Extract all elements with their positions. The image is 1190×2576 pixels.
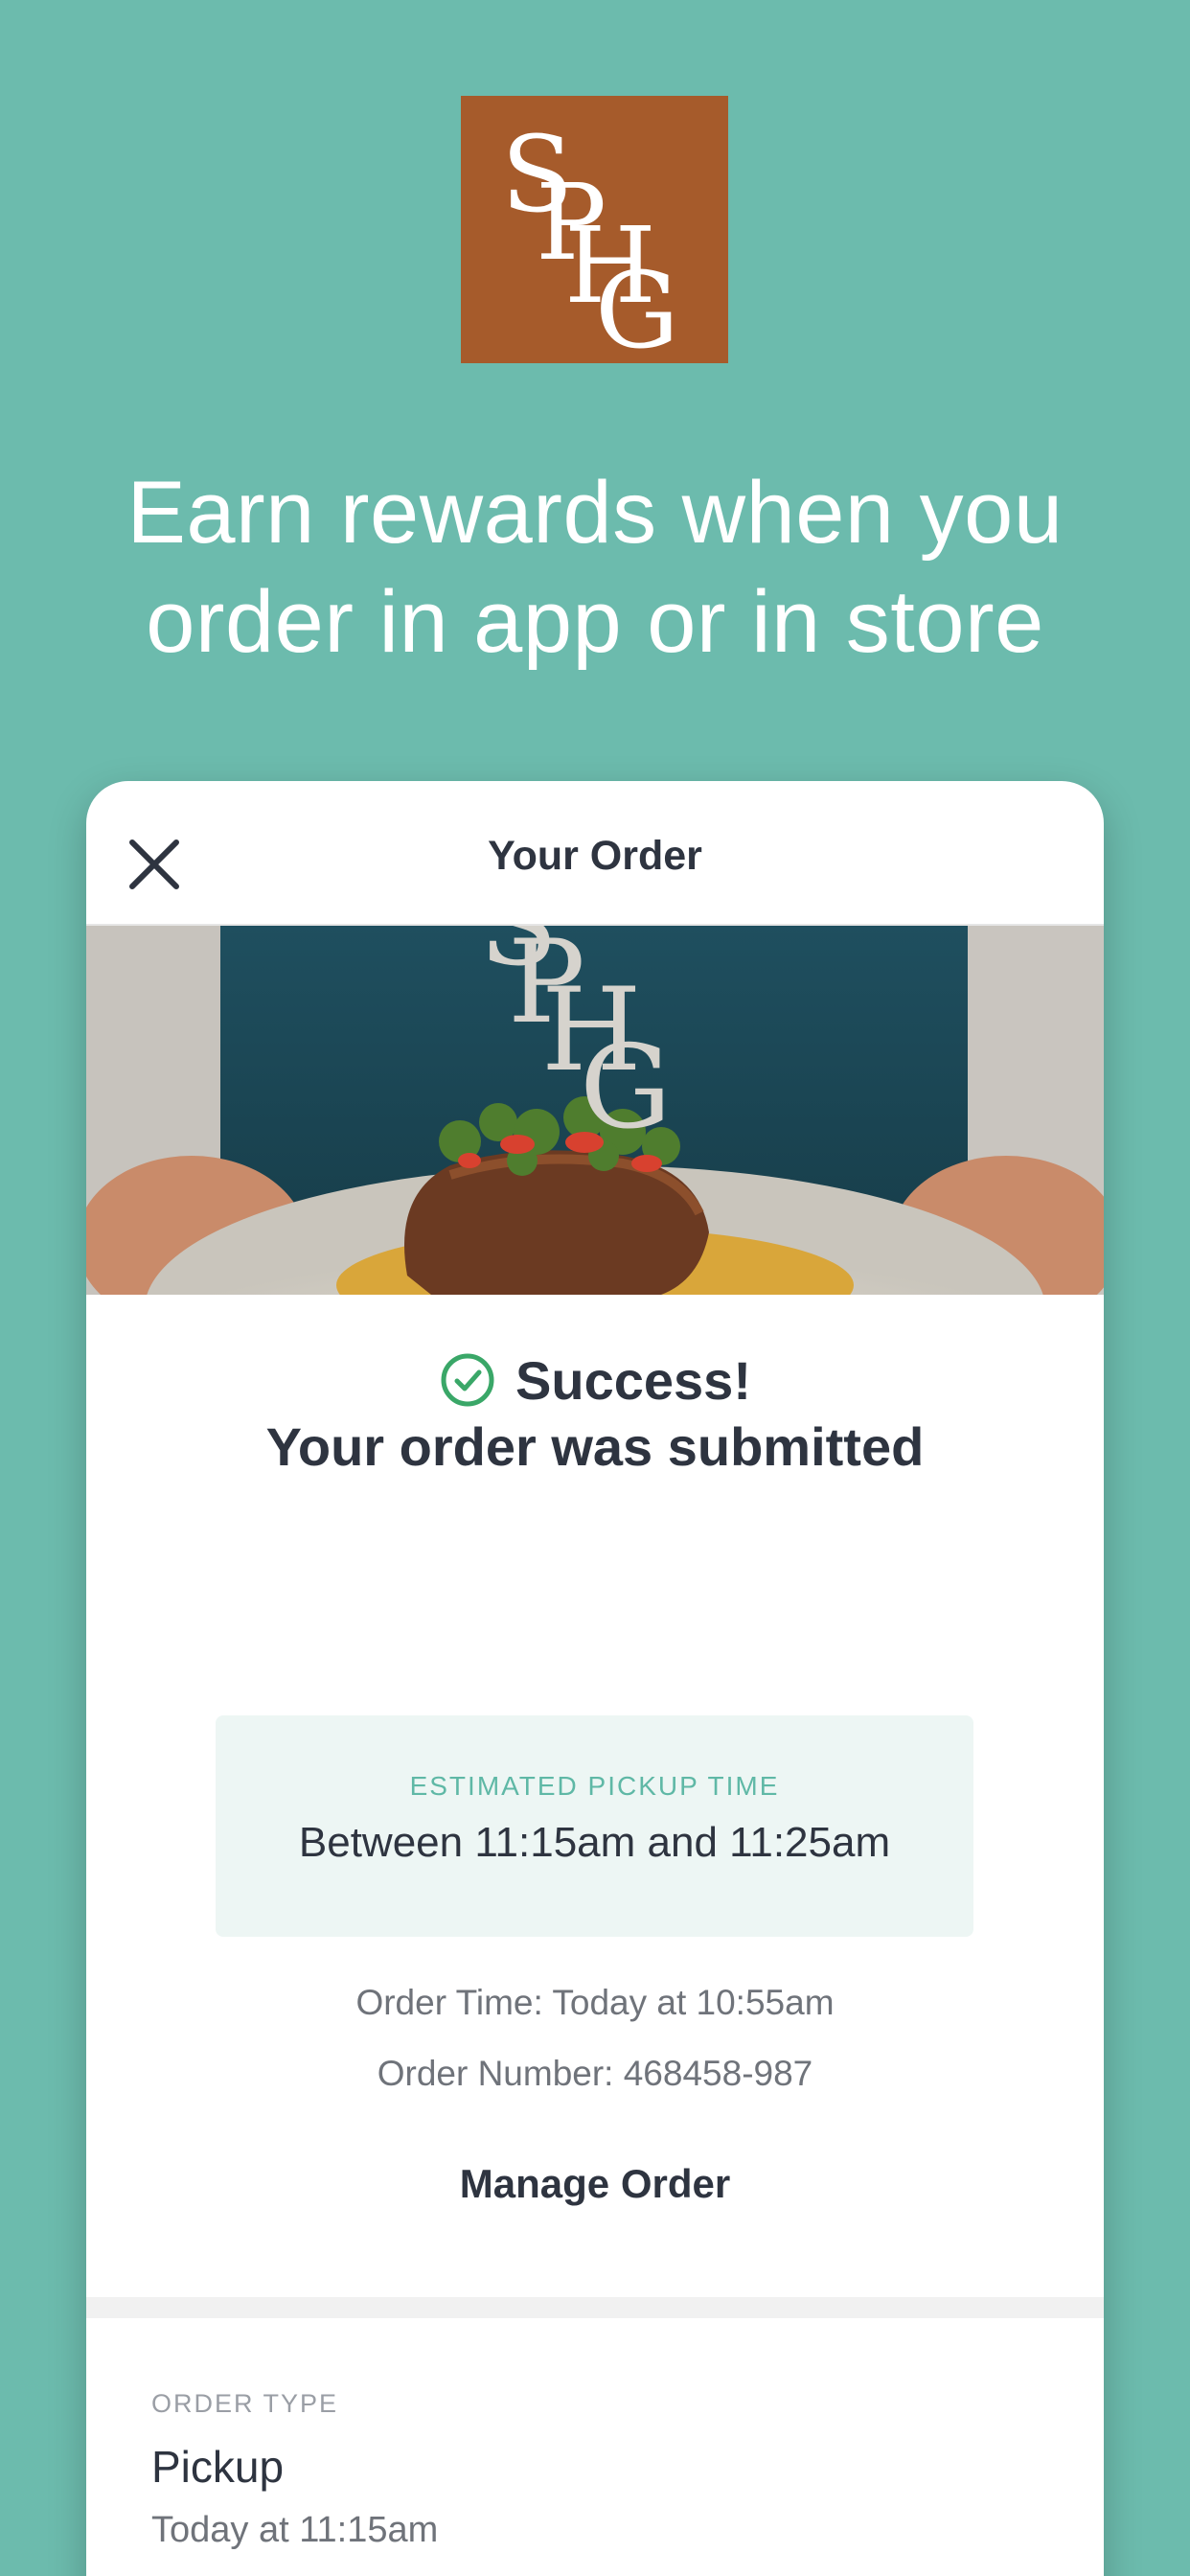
pickup-time-box: ESTIMATED PICKUP TIME Between 11:15am an… <box>216 1715 973 1937</box>
card-header: Your Order <box>86 781 1104 926</box>
order-type-label: ORDER TYPE <box>151 2389 339 2418</box>
success-title: Success! <box>515 1349 751 1411</box>
sphg-monogram: S P H G <box>501 113 679 363</box>
svg-text:G: G <box>595 249 679 363</box>
headline-line-1: Earn rewards when you <box>126 464 1064 562</box>
check-circle-icon <box>441 1353 494 1407</box>
svg-text:G: G <box>580 1022 672 1155</box>
pickup-time-value: Between 11:15am and 11:25am <box>298 1819 891 1866</box>
headline-line-2: order in app or in store <box>146 573 1044 671</box>
manage-order-button[interactable]: Manage Order <box>86 2161 1104 2207</box>
headline: Earn rewards when you order in app or in… <box>0 458 1190 677</box>
hero-image: S P H G <box>86 926 1104 1295</box>
pickup-time-label: ESTIMATED PICKUP TIME <box>409 1771 780 1801</box>
order-card: Your Order P H G Success! Your order was… <box>86 781 1104 2576</box>
order-time: Order Time: Today at 10:55am <box>355 1983 835 2022</box>
success-message: Success! Your order was submitted <box>86 1346 1104 1481</box>
page-title: Your Order <box>488 833 702 879</box>
section-divider <box>86 2297 1104 2318</box>
order-type-value: Pickup <box>151 2442 285 2492</box>
order-number: Order Number: 468458-987 <box>377 2054 813 2093</box>
order-type-time: Today at 11:15am <box>151 2510 439 2550</box>
brand-logo: S P H G <box>461 96 728 363</box>
success-subtitle: Your order was submitted <box>265 1416 925 1477</box>
